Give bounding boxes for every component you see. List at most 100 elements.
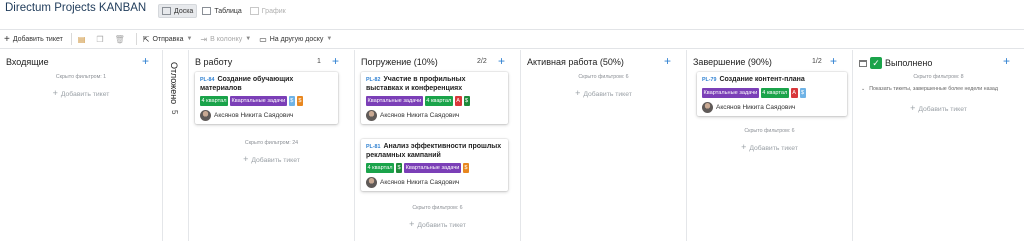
add-ticket-label: Добавить тикет (12, 35, 63, 43)
tag-dollar: $ (288, 96, 295, 106)
hidden-by-filter-note: Скрыто фильтром: 6 (744, 128, 795, 134)
assignee-name: Аксянов Никита Саядович (380, 179, 460, 186)
chevron-down-icon: ▼ (245, 36, 252, 42)
show-closed-tickets-toggle[interactable]: ⌄ Показать тикеты, завершенные более нед… (861, 86, 998, 92)
paste-icon: ▤ (77, 34, 86, 44)
chevron-down-icon: ⌄ (861, 86, 866, 92)
ticket-id: PL-84 (200, 77, 215, 83)
column-title-text: Отложено (169, 62, 179, 105)
assignee-name: Аксянов Никита Саядович (716, 103, 796, 111)
column-title-text: Выполнено (885, 58, 933, 68)
ticket-assignee: Аксянов Никита Саядович (366, 110, 503, 121)
ticket-assignee: Аксянов Никита Саядович (702, 101, 842, 113)
tag-dollar: $ (463, 96, 470, 106)
column-in-work: В работу 1 + PL-84 Создание обучающих мат… (189, 50, 355, 241)
ticket-card[interactable]: PL-82 Участие в профильных выставках и ко… (361, 72, 508, 124)
add-ticket-button[interactable]: + Добавить тикет (4, 34, 63, 45)
toolbar-divider (135, 33, 137, 45)
ticket-title-text: Анализ эффективности прошлых рекламных к… (366, 143, 502, 159)
chevron-down-icon: ▼ (186, 36, 193, 42)
plus-icon: + (910, 103, 916, 113)
add-ticket-label: Добавить тикет (918, 106, 967, 113)
tag-quarter: 4 квартал (760, 87, 789, 98)
ticket-id: PL-81 (366, 144, 381, 150)
avatar (200, 110, 211, 121)
add-ticket-plus-button[interactable]: + (498, 54, 505, 68)
hidden-by-filter-note: Скрыто фильтром: 8 (913, 74, 964, 80)
plus-icon: + (243, 154, 249, 164)
add-ticket-plus-button[interactable]: + (332, 54, 339, 68)
ticket-card[interactable]: PL-79 Создание контент-плана Квартальные … (697, 72, 847, 116)
hidden-by-filter-note: Скрыто фильтром: 6 (412, 205, 463, 211)
add-ticket-label: Добавить тикет (60, 91, 110, 98)
copy-button[interactable]: ❐ (96, 35, 106, 44)
column-count: 1/2 (812, 58, 822, 65)
tab-table[interactable]: Таблица (199, 4, 244, 18)
ticket-card[interactable]: PL-81 Анализ эффективности прошлых реклам… (361, 139, 508, 191)
tag-quarterly-tasks: Квартальные задачи (230, 96, 287, 106)
column-title: Завершение (90%) (693, 57, 772, 67)
add-ticket-label: Добавить тикет (583, 91, 632, 98)
trash-icon: 🗑 (114, 34, 125, 44)
ticket-title: PL-84 Создание обучающих материалов (200, 76, 333, 93)
ticket-assignee: Аксянов Никита Саядович (200, 110, 333, 121)
column-active-work: Активная работа (50%) + Скрыто фильтром:… (521, 50, 687, 241)
column-title: ✓ Выполнено (859, 57, 932, 69)
add-ticket-link[interactable]: + Добавить тикет (521, 88, 686, 98)
tag-dollar: $ (296, 96, 304, 106)
add-ticket-plus-button[interactable]: + (1003, 54, 1010, 68)
kanban-board: Входящие + Скрыто фильтром: 1 + Добавить … (0, 50, 1024, 241)
ticket-title-text: Создание контент-плана (719, 76, 805, 83)
hidden-by-filter-note: Скрыто фильтром: 1 (55, 74, 107, 80)
column-done: ✓ Выполнено + Скрыто фильтром: 8 ⌄ Показ… (853, 50, 1024, 241)
send-dropdown[interactable]: ⇱ Отправка ▼ (143, 35, 193, 44)
add-ticket-link[interactable]: + Добавить тикет (189, 154, 354, 164)
board-icon (162, 7, 171, 15)
column-title: Отложено 5 (169, 62, 179, 114)
tag-dollar: $ (799, 87, 806, 98)
tab-board-label: Доска (174, 7, 194, 15)
add-ticket-link[interactable]: + Добавить тикет (0, 88, 162, 98)
ticket-title-text: Участие в профильных выставках и конфере… (366, 76, 466, 92)
hidden-by-filter-note: Скрыто фильтром: 24 (244, 140, 299, 146)
table-icon (202, 7, 212, 15)
tag-dollar: $ (462, 163, 470, 173)
column-deferred-collapsed[interactable]: Отложено 5 (163, 50, 189, 241)
to-other-board-label: На другую доску (269, 35, 324, 43)
app-title: Directum Projects KANBAN (5, 2, 147, 14)
tag-quarterly-tasks: Квартальные задачи (702, 87, 759, 98)
tag-quarterly-tasks: Квартальные задачи (404, 163, 461, 173)
tab-board[interactable]: Доска (158, 4, 198, 18)
column-title: Входящие (6, 57, 49, 67)
add-ticket-plus-button[interactable]: + (830, 54, 837, 68)
add-ticket-plus-button[interactable]: + (664, 54, 671, 68)
column-title: В работу (195, 57, 233, 67)
paste-button[interactable]: ▤ (78, 35, 89, 44)
ticket-tags: 4 квартал $ Квартальные задачи $ (366, 163, 503, 175)
tag-priority-a: A (790, 87, 798, 98)
add-ticket-plus-button[interactable]: + (142, 54, 149, 68)
ticket-tags: Квартальные задачи 4 квартал A $ (702, 87, 842, 100)
ticket-card[interactable]: PL-84 Создание обучающих материалов 4 ква… (195, 72, 338, 124)
ticket-tags: Квартальные задачи 4 квартал A $ (366, 96, 503, 108)
add-ticket-link[interactable]: + Добавить тикет (853, 103, 1024, 113)
view-tabs: Доска Таблица График (158, 4, 291, 18)
tag-quarter: 4 квартал (424, 96, 453, 106)
avatar (702, 101, 713, 113)
add-ticket-link[interactable]: + Добавить тикет (355, 219, 520, 229)
ticket-title: PL-81 Анализ эффективности прошлых реклам… (366, 143, 503, 160)
toolbar: + Добавить тикет ▤ ❐ 🗑 ⇱ Отправка ▼ ⇥ В … (0, 29, 1024, 49)
check-icon: ✓ (870, 57, 882, 69)
to-other-board-dropdown[interactable]: ▭ На другую доску ▼ (259, 35, 332, 44)
add-ticket-link[interactable]: + Добавить тикет (687, 142, 852, 152)
archive-icon (859, 59, 867, 67)
delete-button[interactable]: 🗑 (115, 35, 128, 44)
to-column-dropdown[interactable]: ⇥ В колонку ▼ (200, 35, 251, 44)
plus-icon: + (741, 142, 747, 152)
tab-chart[interactable]: График (247, 4, 289, 18)
toolbar-divider (70, 33, 72, 45)
ticket-id: PL-82 (366, 77, 381, 83)
column-title: Погружение (10%) (361, 57, 438, 67)
board-move-icon: ▭ (259, 34, 267, 44)
avatar (366, 110, 377, 121)
